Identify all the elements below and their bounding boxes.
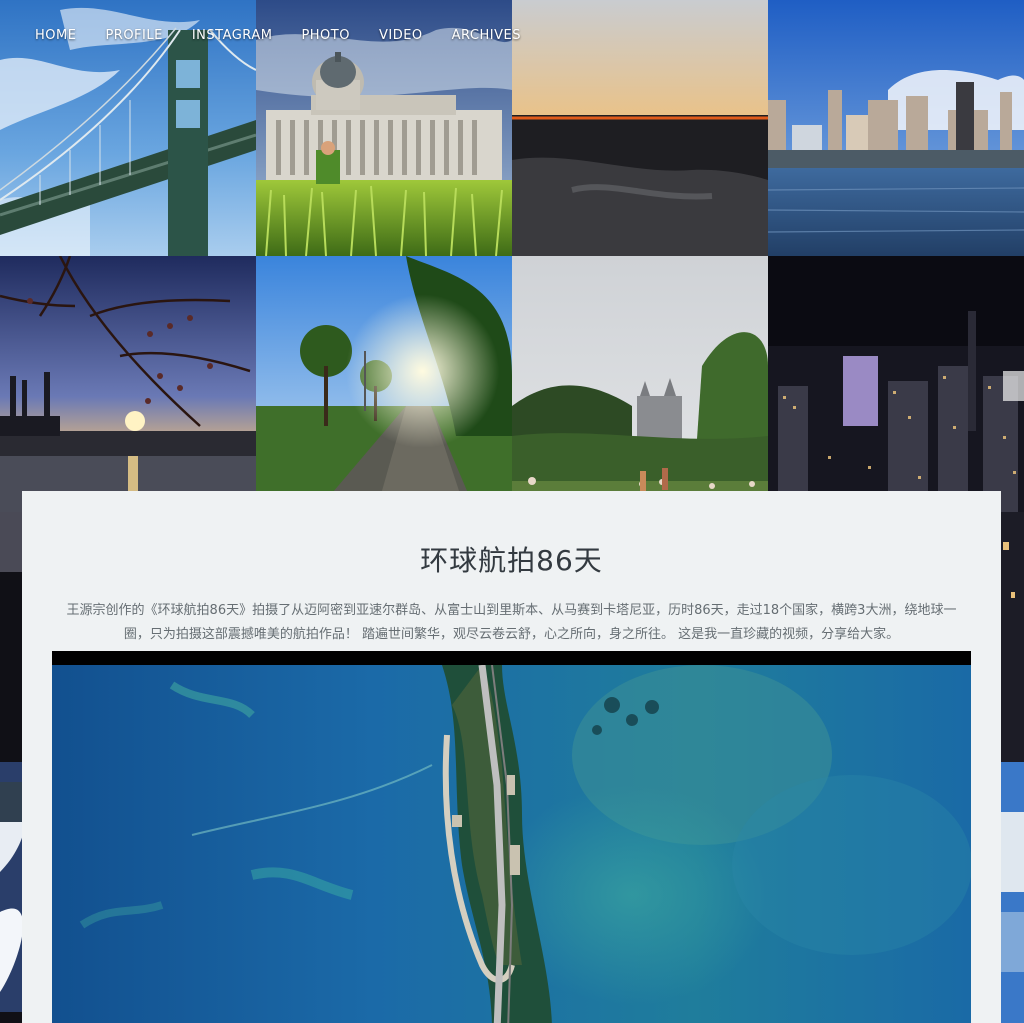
mosaic-photo-city-night[interactable]	[768, 256, 1024, 512]
nav-archives[interactable]: ARCHIVES	[452, 28, 521, 43]
mosaic-photo-park-castle[interactable]	[512, 256, 768, 512]
nav-home[interactable]: HOME	[35, 28, 76, 43]
video-letterbox	[52, 651, 971, 665]
post-panel: 环球航拍86天 王源宗创作的《环球航拍86天》拍摄了从迈阿密到亚速尔群岛、从富士…	[22, 491, 1001, 1023]
nav-photo[interactable]: PHOTO	[301, 28, 350, 43]
mosaic-photo-right-edge	[1001, 512, 1024, 1023]
nav-video[interactable]: VIDEO	[379, 28, 423, 43]
main-nav: HOME PROFILE INSTAGRAM PHOTO VIDEO ARCHI…	[35, 28, 550, 43]
nav-profile[interactable]: PROFILE	[105, 28, 162, 43]
mosaic-photo-branches-sunset[interactable]	[0, 256, 256, 512]
mosaic-photo-sunset-river[interactable]	[512, 0, 768, 256]
video-player[interactable]	[52, 651, 971, 1023]
video-frame-aerial-island[interactable]	[52, 665, 971, 1023]
nav-instagram[interactable]: INSTAGRAM	[192, 28, 273, 43]
mosaic-photo-park-path[interactable]	[256, 256, 512, 512]
post-description: 王源宗创作的《环球航拍86天》拍摄了从迈阿密到亚速尔群岛、从富士山到里斯本、从马…	[66, 603, 957, 642]
page: HOME PROFILE INSTAGRAM PHOTO VIDEO ARCHI…	[0, 0, 1024, 1023]
mosaic-photo-skyline[interactable]	[768, 0, 1024, 256]
post-title: 环球航拍86天	[420, 544, 603, 577]
